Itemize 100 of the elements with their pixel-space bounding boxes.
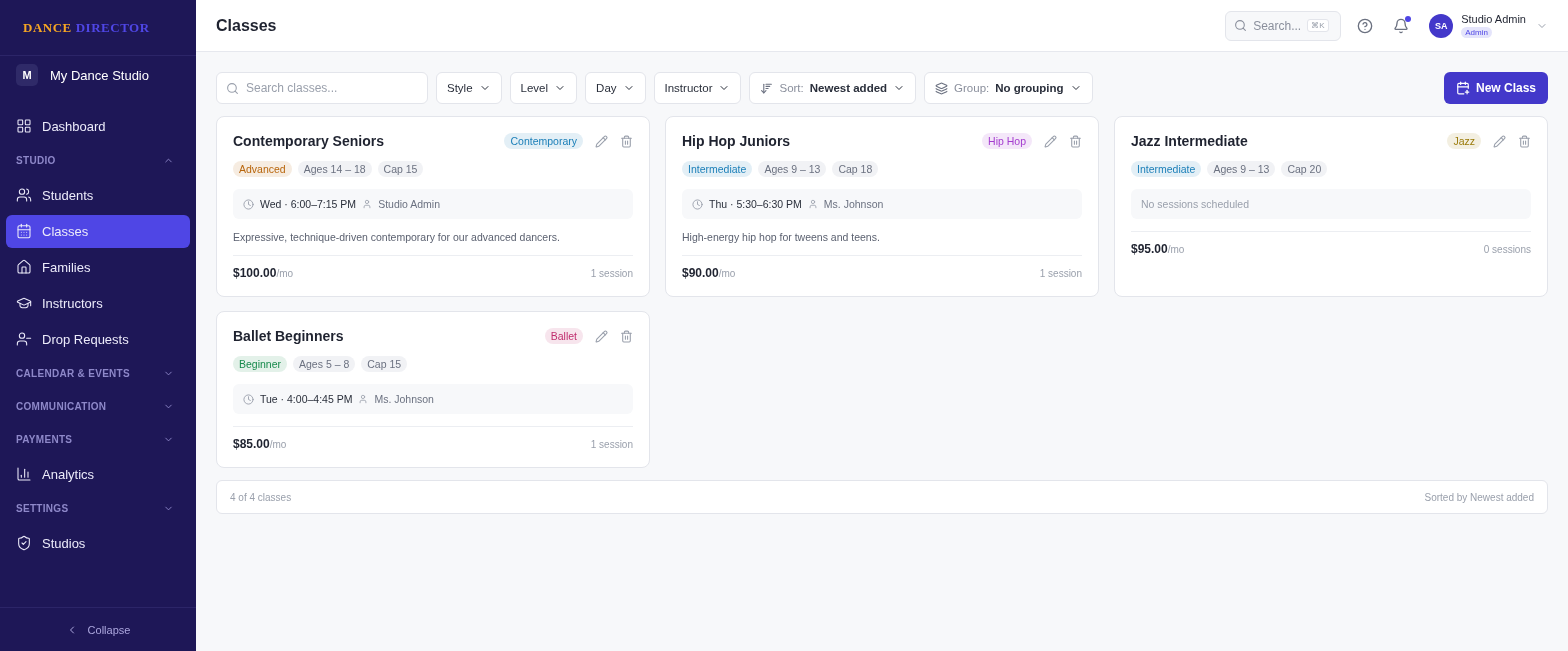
session-count: 1 session (590, 268, 633, 279)
edit-button[interactable] (595, 134, 608, 148)
shield-icon (16, 535, 32, 551)
bell-icon[interactable] (1393, 17, 1410, 34)
pencil-icon (595, 134, 608, 148)
trash-icon (620, 134, 633, 148)
section-label: CALENDAR & EVENTS (16, 368, 130, 379)
ages-chip: Ages 9 – 13 (1207, 161, 1276, 177)
group-dropdown[interactable]: Group: No grouping (924, 72, 1093, 104)
group-label: Group: (954, 82, 990, 94)
grid-icon (16, 118, 32, 134)
class-price: $100.00/mo (233, 266, 294, 280)
capacity-chip: Cap 20 (1281, 161, 1328, 177)
sort-icon (760, 81, 774, 95)
delete-button[interactable] (1069, 134, 1082, 148)
user-minus-icon (16, 331, 32, 347)
capacity-chip: Cap 15 (377, 161, 424, 177)
new-class-button[interactable]: New Class (1443, 72, 1548, 104)
delete-button[interactable] (620, 134, 633, 148)
style-tag: Contemporary (504, 133, 583, 149)
class-title: Contemporary Seniors (233, 133, 385, 149)
results-count: 4 of 4 classes (230, 491, 292, 503)
instructor-name: Ms. Johnson (823, 198, 884, 210)
level-tag: Intermediate (1131, 161, 1202, 177)
page-title: Classes (216, 16, 278, 35)
sidebar-section[interactable]: COMMUNICATION (6, 390, 190, 423)
section-label: COMMUNICATION (16, 401, 107, 412)
sidebar-section[interactable]: SETTINGS (6, 492, 190, 525)
schedule-time: Wed · 6:00–7:15 PM (260, 198, 357, 210)
class-title: Jazz Intermediate (1131, 133, 1249, 149)
sort-dropdown[interactable]: Sort: Newest added (749, 72, 917, 104)
sidebar-item[interactable]: Instructors (6, 286, 190, 320)
bar-chart-icon (16, 466, 32, 482)
edit-button[interactable] (1044, 134, 1057, 148)
capacity-chip: Cap 18 (832, 161, 879, 177)
session-count: 1 session (590, 439, 633, 450)
sidebar-section[interactable]: PAYMENTS (6, 423, 190, 456)
class-price: $90.00/mo (682, 266, 736, 280)
sidebar-item[interactable]: Students (6, 178, 190, 212)
empty-schedule: No sessions scheduled (1141, 198, 1249, 210)
calendar-plus-icon (1455, 81, 1470, 95)
group-value: No grouping (995, 82, 1064, 94)
sidebar-item[interactable]: Studios (6, 526, 190, 560)
clock-icon (692, 198, 703, 210)
shortcut-key: ⌘K (1307, 19, 1329, 32)
trash-icon (620, 329, 633, 343)
trash-icon (1069, 134, 1082, 148)
ages-chip: Ages 5 – 8 (293, 356, 356, 372)
help-icon[interactable] (1357, 17, 1374, 34)
level-tag: Advanced (233, 161, 292, 177)
house-icon (16, 259, 32, 275)
filter-dropdown[interactable]: Instructor (653, 72, 742, 104)
class-price: $85.00/mo (233, 437, 287, 451)
collapse-button[interactable]: Collapse (0, 607, 196, 651)
person-icon (362, 199, 373, 209)
sort-label: Sort: (779, 82, 804, 94)
studio-initial: M (16, 64, 38, 86)
sidebar-item[interactable]: Classes (6, 214, 190, 248)
delete-button[interactable] (620, 329, 633, 343)
logo-text: DANCE (23, 19, 72, 36)
sidebar-item[interactable]: Dashboard (6, 109, 190, 143)
sidebar-section[interactable]: CALENDAR & EVENTS (6, 357, 190, 390)
sidebar-item[interactable]: Analytics (6, 457, 190, 491)
edit-button[interactable] (1493, 134, 1506, 148)
session-count: 1 session (1039, 268, 1082, 279)
sidebar-section[interactable]: STUDIO (6, 144, 190, 177)
session-count: 0 sessions (1483, 244, 1531, 255)
instructor-name: Ms. Johnson (374, 393, 434, 405)
sort-summary: Sorted by Newest added (1424, 491, 1534, 503)
section-label: SETTINGS (16, 503, 69, 514)
users-icon (16, 187, 32, 203)
studio-name[interactable]: My Dance Studio (50, 67, 149, 83)
class-description: Expressive, technique-driven contemporary for our advanced dancers. (233, 231, 561, 243)
sidebar-item[interactable]: Drop Requests (6, 322, 190, 356)
style-tag: Hip Hop (982, 133, 1032, 149)
search-icon (226, 82, 239, 95)
class-price: $95.00/mo (1131, 242, 1185, 256)
section-label: PAYMENTS (16, 434, 73, 445)
search-placeholder: Search... (1253, 18, 1302, 33)
person-icon (358, 394, 369, 404)
edit-button[interactable] (595, 329, 608, 343)
search-field[interactable]: Search classes... (216, 72, 428, 104)
search-icon (1234, 19, 1248, 32)
role-badge: Admin (1461, 27, 1492, 38)
style-tag: Ballet (544, 328, 583, 344)
user-avatar[interactable]: SA (1429, 13, 1454, 38)
level-tag: Intermediate (682, 161, 753, 177)
pencil-icon (595, 329, 608, 343)
filter-dropdown[interactable]: Style (436, 72, 502, 104)
sidebar-item[interactable]: Families (6, 250, 190, 284)
logo-text: DIRECTOR (75, 19, 150, 36)
trash-icon (1518, 134, 1531, 148)
capacity-chip: Cap 15 (361, 356, 408, 372)
filter-dropdown[interactable]: Level (509, 72, 578, 104)
sort-value: Newest added (809, 82, 888, 94)
instructor-name: Studio Admin (378, 198, 440, 210)
delete-button[interactable] (1518, 134, 1531, 148)
class-description: High-energy hip hop for tweens and teens. (682, 231, 881, 243)
person-icon (807, 199, 818, 209)
filter-dropdown[interactable]: Day (585, 72, 646, 104)
